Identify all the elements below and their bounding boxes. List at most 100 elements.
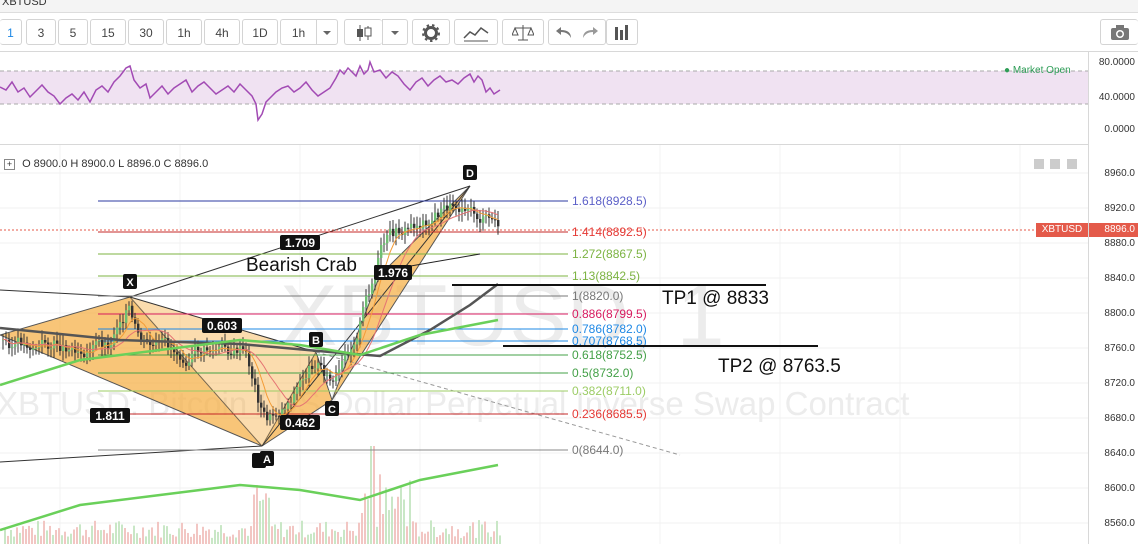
compare-button[interactable] [502, 19, 544, 45]
volume-bar [409, 480, 411, 544]
layout-button[interactable] [606, 19, 638, 45]
candle-body [395, 227, 398, 237]
candle-body [8, 339, 11, 349]
window-title-bar: XBTUSD [0, 0, 1138, 13]
price-axis-label: 8760.0 [1104, 343, 1135, 354]
undo-icon[interactable] [555, 24, 575, 42]
volume-bar [382, 514, 384, 544]
candle-body [386, 235, 389, 244]
pane-move-icon[interactable] [1050, 159, 1061, 169]
candle-body [74, 346, 77, 353]
volume-bar [79, 524, 81, 544]
volume-bar [439, 535, 441, 544]
interval-5[interactable]: 5 [58, 19, 88, 45]
interval-1h[interactable]: 1h [166, 19, 202, 45]
volume-bar [253, 494, 255, 544]
volume-bar [436, 537, 438, 544]
interval-1d[interactable]: 1D [242, 19, 278, 45]
candle-body [131, 305, 134, 318]
candle-body [380, 244, 383, 258]
volume-bar [16, 527, 18, 544]
volume-bar [295, 534, 297, 544]
candle-body [287, 402, 290, 409]
interval-dropdown-current[interactable]: 1h [280, 19, 316, 45]
fib-level-label: 0.236(8685.5) [572, 407, 647, 421]
indicators-button[interactable] [454, 19, 498, 45]
pane-close-icon[interactable] [1066, 159, 1077, 169]
ratio-cd-label: 1.976 [378, 266, 408, 280]
snapshot-button[interactable] [1100, 19, 1138, 45]
interval-15[interactable]: 15 [90, 19, 126, 45]
volume-bar [139, 537, 141, 544]
candle-body [266, 411, 269, 421]
volume-bar [64, 531, 66, 544]
candle-body [317, 362, 320, 369]
volume-bar [220, 525, 222, 544]
volume-bar [196, 523, 198, 544]
interval-1[interactable]: 1 [0, 19, 22, 45]
market-status-label: Market Open [1012, 65, 1071, 76]
candle-body [50, 348, 53, 350]
volume-bar [421, 531, 423, 544]
volume-bar [277, 528, 279, 544]
volume-bar [127, 532, 129, 544]
candle-body [95, 341, 98, 346]
candle-body [383, 243, 386, 245]
interval-dropdown-button[interactable] [316, 19, 338, 45]
interval-3[interactable]: 3 [26, 19, 56, 45]
candle-body [407, 227, 410, 229]
rsi-indicator-pane[interactable]: ● Market Open [0, 52, 1088, 144]
volume-bar [43, 520, 45, 544]
candle-body [251, 366, 254, 379]
candle-body [263, 407, 266, 412]
moving-average-green [0, 463, 499, 532]
volume-bar [205, 530, 207, 544]
settings-button[interactable] [412, 19, 450, 45]
volume-bar [85, 529, 87, 544]
candle-body [341, 361, 344, 370]
volume-bar [28, 525, 30, 544]
volume-bar [226, 536, 228, 544]
volume-bar [493, 531, 495, 544]
candle-body [230, 353, 233, 355]
candle-body [14, 344, 17, 347]
chart-type-button[interactable] [344, 19, 382, 45]
volume-bar [496, 520, 498, 544]
point-a-label: A [263, 454, 271, 466]
volume-bar [172, 534, 174, 544]
chevron-down-icon [323, 31, 331, 35]
candle-body [413, 223, 416, 228]
price-chart[interactable]: XBTUSD, 1XBTUSD: Bitcoin / US Dollar Per… [0, 145, 1088, 544]
interval-4h[interactable]: 4h [204, 19, 240, 45]
interval-30[interactable]: 30 [128, 19, 164, 45]
fib-level-label: 1.618(8928.5) [572, 194, 647, 208]
candle-body [365, 295, 368, 308]
volume-bar [121, 524, 123, 544]
candle-body [269, 414, 272, 421]
collapse-legend-icon[interactable]: + [4, 159, 15, 170]
volume-bar [199, 535, 201, 544]
price-axis[interactable]: 80.0000 40.0000 0.0000 8960.0 8920.0 888… [1088, 52, 1138, 544]
redo-icon[interactable] [579, 24, 599, 42]
volume-bar [379, 474, 381, 544]
volume-bar [256, 485, 258, 544]
volume-bar [247, 535, 249, 544]
price-axis-label: 8680.0 [1104, 413, 1135, 424]
volume-bar [31, 527, 33, 544]
volume-bar [442, 532, 444, 544]
candle-body [476, 213, 479, 220]
volume-bar [115, 522, 117, 544]
volume-bar [106, 533, 108, 544]
volume-bar [133, 525, 135, 544]
ohlc-values: O 8900.0 H 8900.0 L 8896.0 C 8896.0 [22, 158, 209, 170]
point-b-label: B [312, 335, 320, 347]
volume-bar [70, 533, 72, 544]
candle-body [446, 205, 449, 211]
scales-icon [511, 25, 535, 41]
volume-bar [400, 485, 402, 544]
candle-body [188, 362, 191, 366]
chart-type-dropdown[interactable] [382, 19, 408, 45]
volume-bar [163, 525, 165, 544]
pane-maximize-icon[interactable] [1034, 159, 1044, 169]
volume-bar [412, 521, 414, 544]
